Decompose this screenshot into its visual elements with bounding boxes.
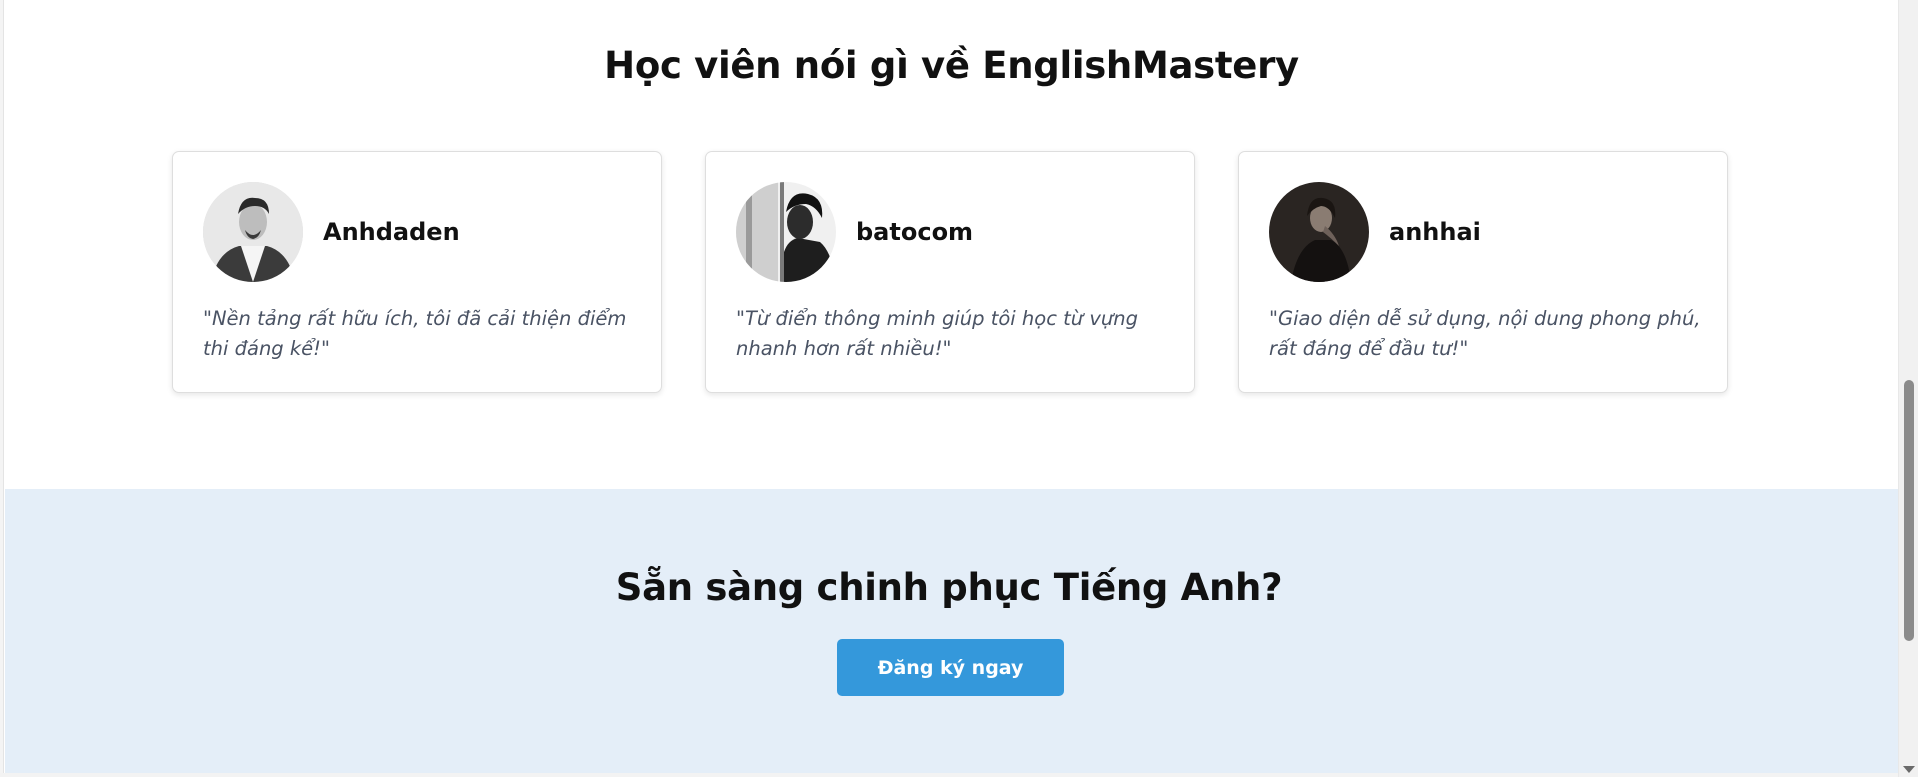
cta-section — [5, 489, 1898, 773]
page-viewport: Học viên nói gì về EnglishMastery Anhdad… — [0, 0, 1898, 777]
signup-button[interactable]: Đăng ký ngay — [837, 639, 1064, 696]
testimonial-card: batocom "Từ điển thông minh giúp tôi học… — [705, 151, 1195, 393]
scrollbar-thumb[interactable] — [1904, 380, 1914, 641]
testimonial-card: anhhai "Giao diện dễ sử dụng, nội dung p… — [1238, 151, 1728, 393]
testimonial-name: Anhdaden — [323, 218, 460, 246]
avatar — [203, 182, 303, 282]
testimonials-title: Học viên nói gì về EnglishMastery — [604, 44, 1299, 87]
scroll-down-arrow-icon[interactable] — [1903, 766, 1915, 773]
avatar — [736, 182, 836, 282]
vertical-scrollbar[interactable] — [1898, 0, 1918, 777]
testimonial-quote: "Giao diện dễ sử dụng, nội dung phong ph… — [1269, 307, 1701, 360]
bottom-edge — [0, 773, 1898, 777]
testimonial-quote: "Nền tảng rất hữu ích, tôi đã cải thiện … — [203, 307, 627, 360]
avatar — [1269, 182, 1369, 282]
testimonial-name: batocom — [856, 218, 974, 246]
testimonial-quote: "Từ điển thông minh giúp tôi học từ vựng… — [736, 307, 1138, 360]
testimonial-card: Anhdaden "Nền tảng rất hữu ích, tôi đã c… — [172, 151, 662, 393]
window-left-edge — [0, 0, 4, 777]
testimonial-name: anhhai — [1389, 218, 1481, 246]
testimonials-section: Học viên nói gì về EnglishMastery Anhdad… — [5, 0, 1898, 489]
cta-title: Sẵn sàng chinh phục Tiếng Anh? — [615, 566, 1283, 609]
